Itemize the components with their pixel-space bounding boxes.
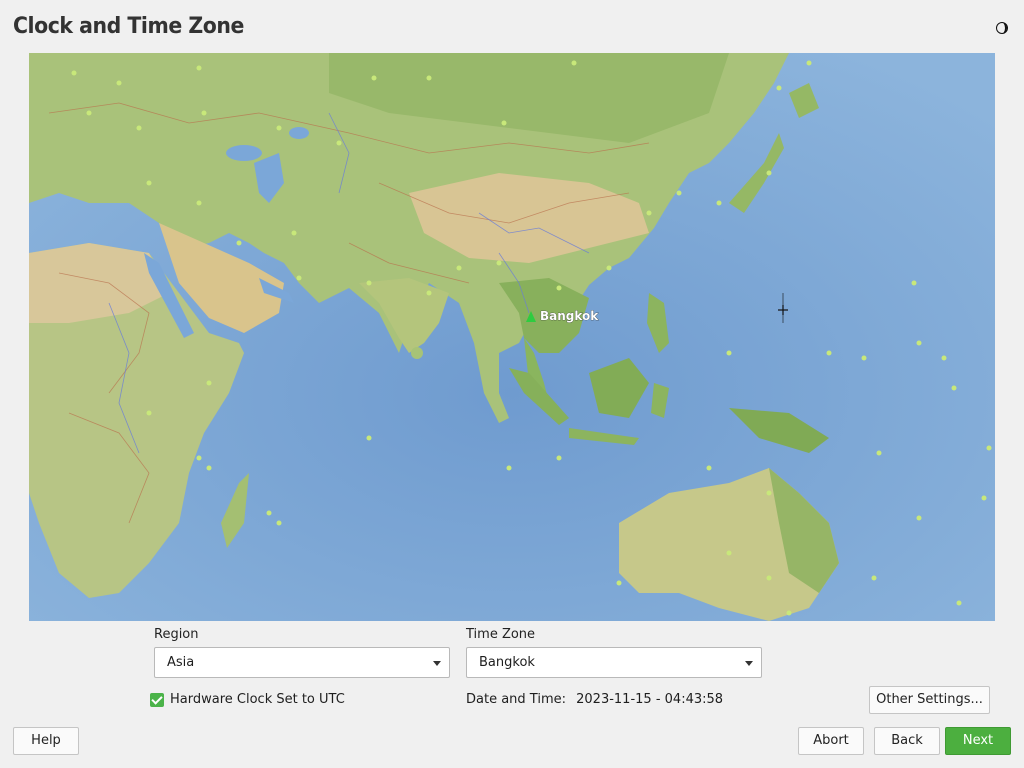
region-label: Region (154, 627, 199, 642)
hardware-clock-checkbox[interactable]: Hardware Clock Set to UTC (150, 692, 345, 707)
chevron-down-icon (745, 661, 753, 666)
check-icon[interactable] (150, 692, 164, 707)
other-settings-button[interactable]: Other Settings... (869, 686, 990, 714)
timezone-value: Bangkok (479, 655, 535, 670)
region-value: Asia (167, 655, 195, 670)
date-time-value: 2023-11-15 - 04:43:58 (576, 692, 724, 707)
half-moon-icon[interactable] (996, 21, 1008, 35)
help-button[interactable]: Help (13, 727, 79, 755)
chevron-down-icon (433, 661, 441, 666)
next-button[interactable]: Next (945, 727, 1011, 755)
world-map[interactable]: Bangkok (29, 53, 995, 621)
date-time-row: Date and Time: 2023-11-15 - 04:43:58 (466, 692, 723, 707)
date-time-label: Date and Time: (466, 692, 566, 707)
city-label-selected: Bangkok (540, 309, 599, 323)
page-title: Clock and Time Zone (13, 14, 244, 39)
timezone-dropdown[interactable]: Bangkok (466, 647, 762, 678)
abort-button[interactable]: Abort (798, 727, 864, 755)
back-button[interactable]: Back (874, 727, 940, 755)
timezone-label: Time Zone (466, 627, 536, 642)
hardware-clock-label: Hardware Clock Set to UTC (170, 692, 345, 707)
region-dropdown[interactable]: Asia (154, 647, 450, 678)
